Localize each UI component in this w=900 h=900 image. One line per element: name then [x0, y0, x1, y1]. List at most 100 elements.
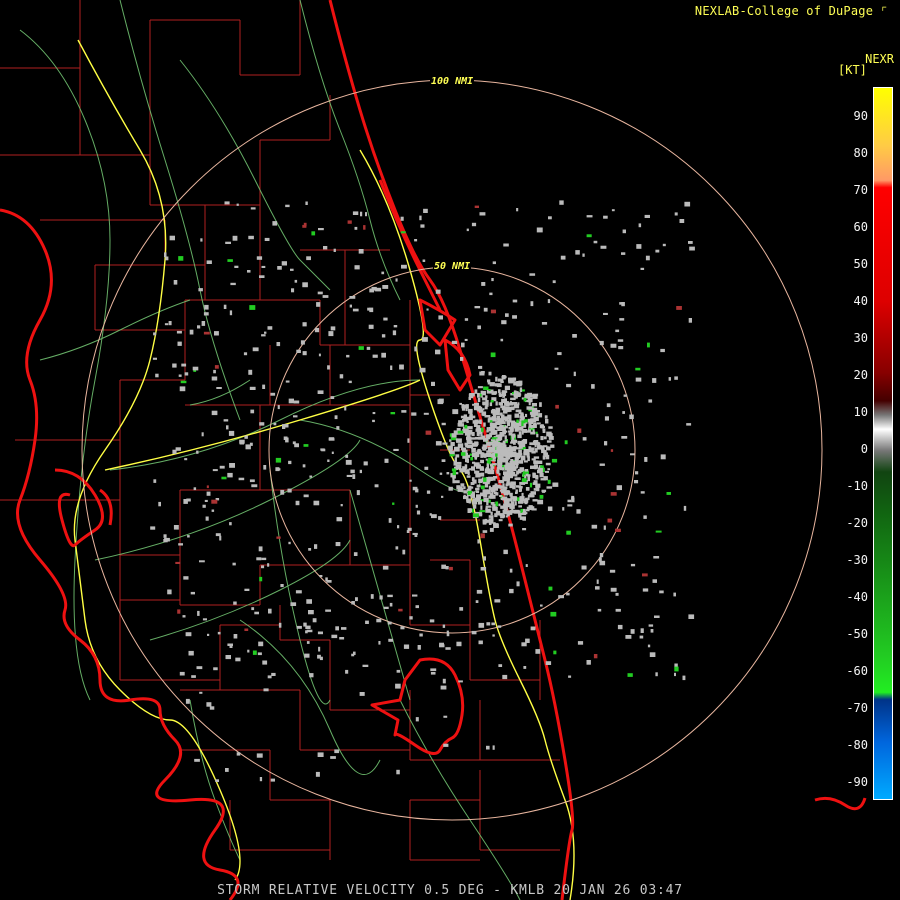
radar-echo: [530, 465, 533, 469]
radar-echo: [479, 212, 486, 216]
radar-echo: [401, 264, 407, 269]
radar-echo: [483, 422, 486, 427]
radar-echo: [402, 549, 406, 555]
radar-echo: [276, 468, 281, 471]
radar-echo: [306, 256, 311, 261]
radar-echo: [423, 412, 429, 415]
radar-echo: [463, 494, 466, 497]
radar-echo: [523, 397, 527, 402]
radar-echo: [488, 371, 492, 376]
radar-echo: [416, 510, 421, 515]
radar-echo: [525, 469, 529, 472]
radar-echo: [521, 642, 527, 647]
radar-echo: [167, 589, 172, 595]
radar-echo: [288, 398, 294, 404]
radar-echo: [615, 329, 620, 333]
radar-echo: [426, 308, 429, 311]
radar-echo: [476, 589, 483, 594]
radar-echo: [206, 491, 211, 496]
radar-echo: [261, 565, 265, 569]
radar-echo: [476, 441, 479, 445]
radar-echo: [547, 299, 551, 304]
radar-echo: [457, 422, 461, 427]
radar-echo: [400, 216, 404, 221]
radar-echo: [346, 354, 350, 358]
radar-echo: [322, 295, 329, 298]
radar-echo: [498, 480, 505, 484]
radar-echo: [414, 534, 418, 537]
radar-echo: [477, 539, 480, 544]
radar-echo: [674, 666, 679, 672]
radar-echo: [352, 474, 356, 479]
radar-echo: [479, 510, 486, 513]
radar-echo: [183, 576, 189, 580]
radar-echo: [504, 401, 509, 406]
radar-echo: [523, 419, 528, 423]
radar-echo: [238, 477, 245, 481]
radar-echo: [674, 672, 676, 677]
legend-tick-label: 0: [860, 442, 868, 456]
radar-echo: [352, 308, 359, 312]
radar-echo: [482, 408, 485, 411]
radar-echo: [488, 457, 493, 461]
radar-echo: [598, 557, 602, 562]
radar-echo: [478, 622, 485, 628]
radar-echo: [236, 203, 239, 206]
radar-echo: [660, 454, 666, 460]
radar-echo: [287, 488, 292, 493]
radar-echo: [481, 371, 485, 374]
radar-echo: [545, 419, 549, 424]
radar-echo: [314, 327, 320, 333]
radar-echo: [438, 516, 442, 520]
radar-echo: [261, 557, 267, 561]
radar-echo: [271, 672, 276, 676]
radar-echo: [317, 390, 324, 394]
radar-echo: [285, 380, 290, 383]
radar-echo: [645, 255, 650, 261]
radar-echo: [276, 536, 281, 539]
radar-echo: [509, 415, 512, 419]
radar-echo: [379, 595, 383, 600]
radar-echo: [595, 586, 600, 590]
radar-echo: [493, 391, 496, 395]
radar-echo: [319, 656, 323, 661]
radar-echo: [659, 590, 664, 594]
radar-echo: [471, 447, 476, 453]
radar-echo: [489, 402, 493, 407]
radar-echo: [277, 266, 282, 270]
legend-tick-label: -30: [846, 553, 868, 567]
radar-echo: [482, 489, 486, 494]
radar-echo: [577, 428, 582, 433]
radar-echo: [510, 459, 514, 461]
radar-echo: [510, 397, 516, 401]
radar-echo: [458, 680, 463, 683]
radar-echo: [491, 622, 495, 626]
radar-echo: [527, 474, 531, 477]
radar-echo: [319, 575, 323, 578]
radar-echo: [472, 513, 479, 518]
radar-echo: [502, 375, 506, 380]
radar-echo: [500, 338, 504, 342]
radar-echo: [543, 476, 548, 481]
radar-echo: [582, 253, 585, 257]
radar-echo: [225, 768, 229, 772]
radar-echo: [486, 491, 491, 495]
radar-echo: [347, 220, 352, 224]
radar-echo: [688, 241, 693, 244]
radar-echo: [494, 488, 498, 491]
radar-echo: [178, 374, 182, 377]
radar-echo: [178, 256, 184, 261]
radar-echo: [276, 342, 281, 347]
radar-echo: [504, 385, 510, 390]
radar-echo: [522, 429, 528, 433]
radar-echo: [390, 365, 393, 370]
radar-echo: [492, 449, 495, 453]
radar-echo: [630, 629, 635, 634]
radar-echo: [483, 390, 486, 396]
radar-echo: [425, 430, 432, 435]
radar-echo: [447, 445, 453, 451]
radar-echo: [306, 599, 312, 604]
radar-echo: [443, 715, 448, 718]
radar-echo: [474, 402, 477, 406]
radar-echo: [435, 349, 441, 355]
